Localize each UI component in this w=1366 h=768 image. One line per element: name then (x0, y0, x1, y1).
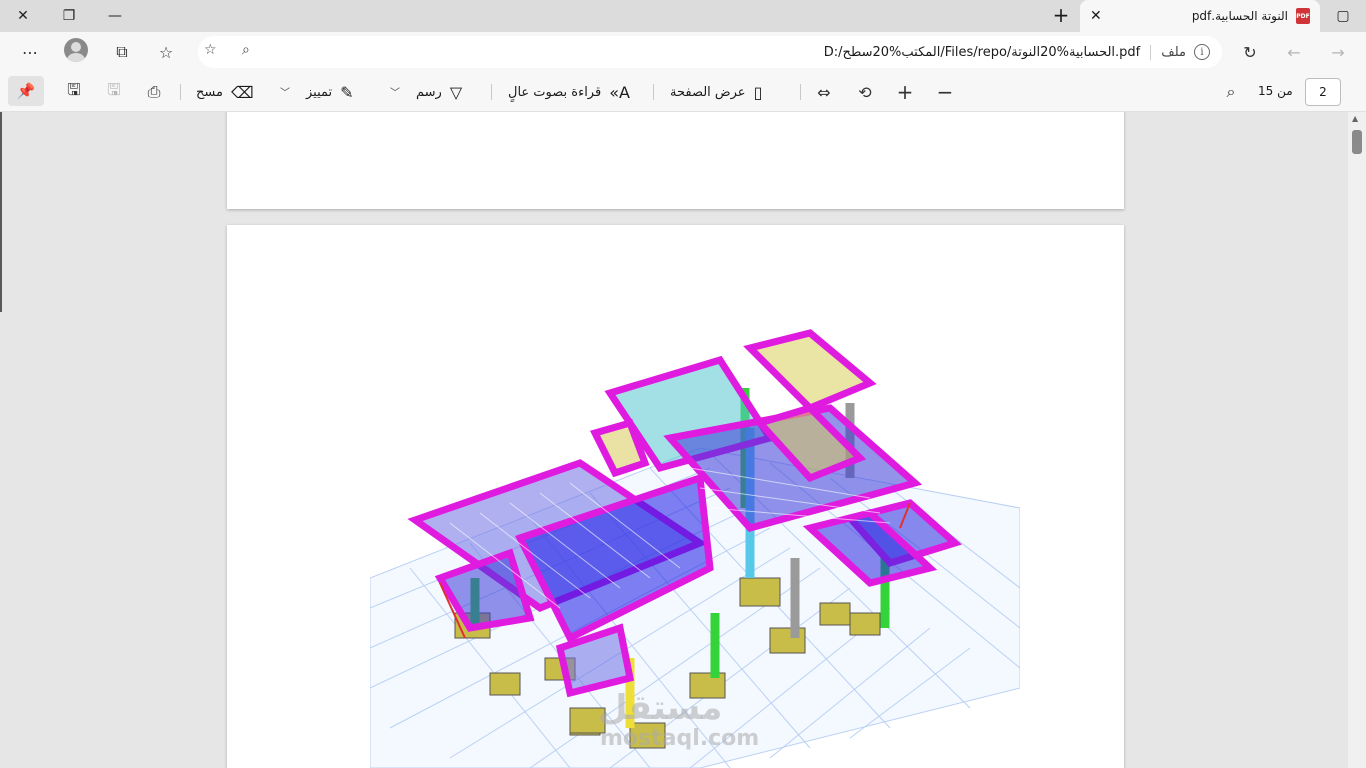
tab-pdf[interactable]: PDF النوتة الحسابية.pdf ✕ (1080, 0, 1320, 32)
erase-button[interactable]: ⌫ مسح (196, 76, 254, 108)
info-icon[interactable]: i (1194, 44, 1210, 60)
highlight-label: تمييز (306, 84, 333, 100)
erase-label: مسح (196, 84, 223, 100)
address-url[interactable]: D:/المكتب%20سطح/Files/repo/الحسابية%20ال… (824, 45, 1141, 60)
address-row: ⋯ ⧉ ☆ ↻ ← → i ملف D:/المكتب%20سطح/Files/… (0, 32, 1366, 72)
highlight-button[interactable]: ✎ تمييز (306, 76, 354, 108)
zoom-icon[interactable]: ⌕ (242, 42, 250, 58)
page-view-label: عرض الصفحة (670, 84, 746, 100)
title-bar: ✕ ❐ — + PDF النوتة الحسابية.pdf ✕ ▢ (0, 0, 1366, 32)
watermark-site: mostaql.com (600, 726, 760, 751)
address-scheme: ملف (1150, 44, 1186, 60)
collections-icon[interactable]: ⧉ (106, 36, 138, 68)
back-icon[interactable]: ← (1278, 36, 1310, 68)
page-view-button[interactable]: ▯ عرض الصفحة (670, 76, 762, 108)
read-aloud-button[interactable]: A» قراءة بصوت عالٍ (508, 76, 630, 108)
draw-button[interactable]: ▽ رسم (416, 76, 462, 108)
highlighter-icon: ✎ (340, 82, 354, 102)
page-number-input[interactable]: 2 (1305, 78, 1341, 106)
vertical-scrollbar[interactable] (1348, 112, 1366, 768)
profile-avatar[interactable] (64, 38, 88, 62)
read-aloud-icon: A» (609, 82, 630, 102)
pin-toolbar-icon[interactable]: 📌 (8, 76, 44, 106)
zoom-out-icon[interactable]: − (929, 76, 961, 108)
pdf-file-icon: PDF (1296, 8, 1310, 24)
pdf-page-1 (227, 112, 1124, 209)
save-icon[interactable]: 🖫 (98, 76, 130, 108)
highlight-dropdown-icon[interactable]: ﹀ (280, 84, 290, 99)
watermark-logo: مستقل (598, 688, 723, 728)
page-count: من 15 (1258, 84, 1293, 98)
rotate-icon[interactable]: ⟲ (849, 76, 881, 108)
address-bar[interactable]: i ملف D:/المكتب%20سطح/Files/repo/الحسابي… (198, 36, 1222, 68)
search-icon[interactable]: ⌕ (1215, 76, 1247, 108)
print-icon[interactable]: ⎙ (138, 76, 170, 108)
more-menu-icon[interactable]: ⋯ (14, 36, 46, 68)
forward-icon[interactable]: → (1322, 36, 1354, 68)
minimize-window-button[interactable]: — (92, 0, 138, 32)
tab-actions-icon[interactable]: ▢ (1320, 0, 1366, 32)
tab-close-icon[interactable]: ✕ (1090, 8, 1102, 24)
read-aloud-label: قراءة بصوت عالٍ (508, 84, 602, 100)
restore-window-button[interactable]: ❐ (46, 0, 92, 32)
eraser-icon: ⌫ (230, 82, 254, 102)
save-as-icon[interactable]: 🖫 (58, 76, 90, 108)
pdf-toolbar: 🖫 🖫 ⎙ ⌫ مسح ﹀ ✎ تمييز ﹀ ▽ رسم A» قراءة ب… (0, 72, 1366, 112)
new-tab-button[interactable]: + (1048, 4, 1074, 28)
tab-title: النوتة الحسابية.pdf (1191, 9, 1288, 23)
close-window-button[interactable]: ✕ (0, 0, 46, 32)
zoom-in-icon[interactable]: + (889, 76, 921, 108)
add-favorite-icon[interactable]: ☆ (204, 42, 217, 58)
refresh-icon[interactable]: ↻ (1234, 36, 1266, 68)
page-view-icon: ▯ (753, 82, 763, 102)
draw-dropdown-icon[interactable]: ﹀ (390, 84, 400, 99)
pen-icon: ▽ (449, 82, 463, 102)
favorites-icon[interactable]: ☆ (150, 36, 182, 68)
fit-width-icon[interactable]: ⇔ (808, 76, 840, 108)
scroll-up-icon[interactable]: ▲ (1352, 114, 1358, 123)
draw-label: رسم (416, 84, 442, 100)
scrollbar-thumb[interactable] (1352, 130, 1362, 154)
